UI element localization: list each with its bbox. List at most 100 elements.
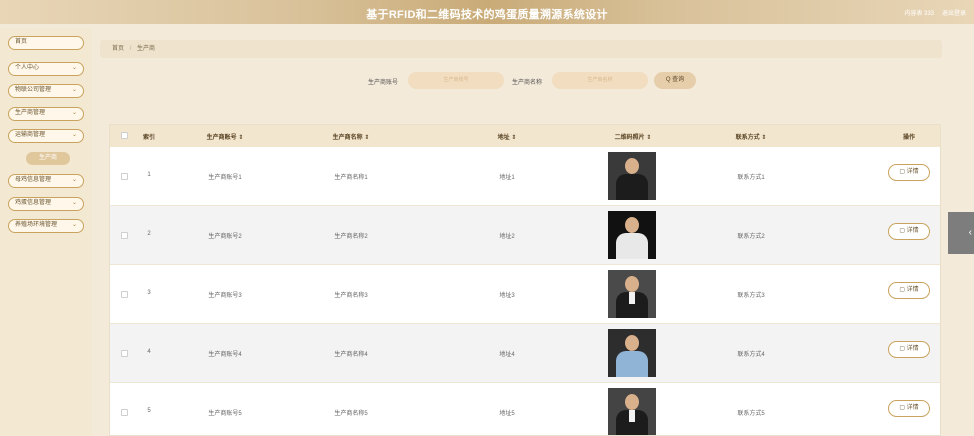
top-header: 基于RFID和二维码技术的鸡蛋质量溯源系统设计 内容表 333 退出登录	[0, 0, 974, 24]
producer-photo[interactable]	[608, 270, 656, 318]
cell-address: 地址5	[499, 411, 515, 417]
sidebar-item-farm-env[interactable]: 养殖场环境管理 ⌄	[8, 219, 84, 233]
cell-index: 1	[147, 172, 151, 178]
th-actions: 操作	[902, 135, 915, 141]
cell-account: 生产商账号3	[208, 293, 242, 299]
photo-head	[625, 394, 639, 410]
breadcrumb: 首页 / 生产商	[100, 40, 942, 58]
cell-index: 2	[147, 231, 151, 237]
producer-photo[interactable]	[608, 152, 656, 200]
sidebar-item-label: 养殖场环境管理	[15, 222, 58, 228]
search-bar: 生产商账号 生产商账号 生产商名称 生产商名称 Q 查询	[92, 72, 974, 90]
sidebar-item-egg-info[interactable]: 鸡蛋信息管理 ⌄	[8, 197, 84, 211]
photo-shirt	[629, 410, 635, 422]
row-checkbox[interactable]	[121, 291, 128, 298]
row-checkbox[interactable]	[121, 232, 128, 239]
cell-index: 3	[147, 290, 151, 296]
name-label: 生产商名称	[512, 80, 543, 86]
breadcrumb-home[interactable]: 首页	[112, 46, 124, 52]
chevron-down-icon: ⌄	[71, 110, 77, 116]
cell-contact: 联系方式1	[737, 175, 765, 181]
th-index[interactable]: 索引	[136, 132, 162, 141]
breadcrumb-current: 生产商	[137, 46, 156, 52]
producer-photo[interactable]	[608, 329, 656, 377]
chevron-down-icon: ⌄	[71, 177, 77, 183]
cell-name: 生产商名称2	[334, 234, 368, 240]
cell-account: 生产商账号1	[208, 175, 242, 181]
photo-body	[616, 233, 648, 259]
cell-name: 生产商名称1	[334, 175, 368, 181]
sidebar-item-transporter[interactable]: 运输商管理 ⌄	[8, 129, 84, 143]
cell-account: 生产商账号5	[208, 411, 242, 417]
chevron-down-icon: ⌄	[71, 222, 77, 228]
sidebar-item-hen-info[interactable]: 母鸡信息管理 ⌄	[8, 174, 84, 188]
th-address[interactable]: 地址 ⇕	[452, 132, 562, 141]
chevron-left-icon: ‹	[968, 227, 972, 238]
name-search-input[interactable]: 生产商名称	[552, 72, 648, 89]
search-button[interactable]: Q 查询	[654, 72, 696, 89]
producer-table: 索引 生产商账号 ⇕ 生产商名称 ⇕ 地址 ⇕ 二维码照片 ⇕ 联系方式 ⇕ 操…	[109, 124, 941, 436]
sidebar-item-label: 运输商管理	[15, 132, 46, 138]
account-label: 生产商账号	[368, 80, 399, 86]
cell-contact: 联系方式2	[737, 234, 765, 240]
cell-contact: 联系方式4	[737, 352, 765, 358]
th-contact[interactable]: 联系方式 ⇕	[696, 132, 806, 141]
th-qr-photo[interactable]: 二维码照片 ⇕	[578, 132, 688, 141]
sidebar-item-label: 物联公司管理	[15, 87, 52, 93]
submenu-producer-button[interactable]: 生产商	[26, 152, 70, 165]
breadcrumb-separator: /	[129, 46, 132, 52]
th-account[interactable]: 生产商账号 ⇕	[170, 132, 280, 141]
photo-shirt	[629, 292, 635, 304]
detail-button[interactable]: ▢ 详情	[888, 341, 930, 358]
producer-photo[interactable]	[608, 211, 656, 259]
row-checkbox[interactable]	[121, 350, 128, 357]
chevron-down-icon: ⌄	[71, 200, 77, 206]
row-checkbox[interactable]	[121, 409, 128, 416]
sidebar-item-home[interactable]: 首页	[8, 36, 84, 50]
cell-name: 生产商名称4	[334, 352, 368, 358]
cell-account: 生产商账号2	[208, 234, 242, 240]
cell-contact: 联系方式3	[737, 293, 765, 299]
sidebar-item-label: 母鸡信息管理	[15, 177, 52, 183]
cell-address: 地址4	[499, 352, 515, 358]
table-row: 5 生产商账号5 生产商名称5 地址5 联系方式5 ▢ 详情	[110, 383, 940, 435]
photo-body	[616, 351, 648, 377]
photo-body	[616, 174, 648, 200]
photo-head	[625, 217, 639, 233]
cell-address: 地址3	[499, 293, 515, 299]
cell-index: 5	[147, 408, 151, 414]
cell-contact: 联系方式5	[737, 411, 765, 417]
sidebar-item-label: 鸡蛋信息管理	[15, 200, 52, 206]
chevron-down-icon: ⌄	[71, 132, 77, 138]
table-row: 3 生产商账号3 生产商名称3 地址3 联系方式3 ▢ 详情	[110, 265, 940, 324]
detail-button[interactable]: ▢ 详情	[888, 400, 930, 417]
photo-head	[625, 276, 639, 292]
detail-button[interactable]: ▢ 详情	[888, 223, 930, 240]
sidebar-item-label: 个人中心	[15, 65, 40, 71]
chevron-down-icon: ⌄	[71, 65, 77, 71]
table-row: 4 生产商账号4 生产商名称4 地址4 联系方式4 ▢ 详情	[110, 324, 940, 383]
detail-button[interactable]: ▢ 详情	[888, 164, 930, 181]
side-collapse-tab[interactable]: ‹	[948, 212, 974, 254]
row-checkbox[interactable]	[121, 173, 128, 180]
detail-button[interactable]: ▢ 详情	[888, 282, 930, 299]
producer-photo[interactable]	[608, 388, 656, 435]
select-all-checkbox[interactable]	[121, 132, 128, 139]
sidebar-item-iot-company[interactable]: 物联公司管理 ⌄	[8, 84, 84, 98]
sidebar-item-profile[interactable]: 个人中心 ⌄	[8, 62, 84, 76]
cell-index: 4	[147, 349, 151, 355]
th-name[interactable]: 生产商名称 ⇕	[296, 132, 406, 141]
sidebar-item-producer[interactable]: 生产商管理 ⌄	[8, 107, 84, 121]
sidebar-item-label: 生产商管理	[15, 110, 46, 116]
table-header: 索引 生产商账号 ⇕ 生产商名称 ⇕ 地址 ⇕ 二维码照片 ⇕ 联系方式 ⇕ 操…	[110, 125, 940, 147]
cell-address: 地址2	[499, 234, 515, 240]
table-row: 1 生产商账号1 生产商名称1 地址1 联系方式1 ▢ 详情	[110, 147, 940, 206]
cell-name: 生产商名称3	[334, 293, 368, 299]
cell-account: 生产商账号4	[208, 352, 242, 358]
sidebar: 首页 个人中心 ⌄ 物联公司管理 ⌄ 生产商管理 ⌄ 运输商管理 ⌄ 生产商 母鸡信息管…	[0, 28, 92, 436]
photo-head	[625, 335, 639, 351]
app-title: 基于RFID和二维码技术的鸡蛋质量溯源系统设计	[366, 9, 608, 21]
main-content: 首页 / 生产商 生产商账号 生产商账号 生产商名称 生产商名称 Q 查询 索引…	[92, 36, 974, 436]
logout-link[interactable]: 退出登录	[942, 8, 966, 17]
account-search-input[interactable]: 生产商账号	[408, 72, 504, 89]
